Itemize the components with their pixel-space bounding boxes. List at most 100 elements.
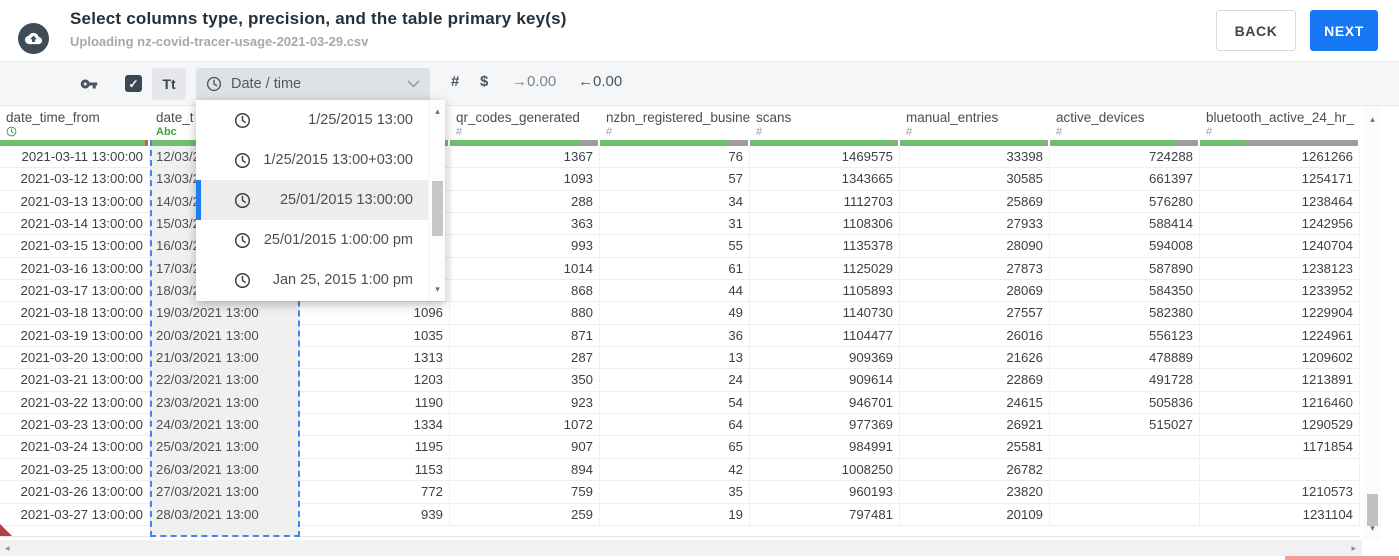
table-cell[interactable]: 576280 xyxy=(1050,190,1200,214)
table-cell[interactable]: 36 xyxy=(600,324,750,348)
table-cell[interactable]: 1238464 xyxy=(1200,190,1360,214)
table-cell[interactable]: 19/03/2021 13:00 xyxy=(150,302,300,325)
table-cell[interactable]: 57 xyxy=(600,168,750,191)
scroll-down-icon[interactable]: ▾ xyxy=(429,284,446,295)
table-cell[interactable]: 2021-03-23 13:00:00 xyxy=(0,414,150,437)
table-cell[interactable]: 797481 xyxy=(750,503,900,526)
table-cell[interactable]: 26921 xyxy=(900,414,1050,437)
table-cell[interactable]: 977369 xyxy=(750,414,900,437)
table-cell[interactable]: 960193 xyxy=(750,481,900,504)
table-cell[interactable]: 868 xyxy=(450,280,600,303)
number-type-button[interactable]: # xyxy=(451,73,459,90)
table-cell[interactable]: 1343665 xyxy=(750,168,900,191)
table-cell[interactable]: 1135378 xyxy=(750,235,900,258)
table-cell[interactable]: 65 xyxy=(600,436,750,459)
table-cell[interactable]: 44 xyxy=(600,280,750,303)
column-checkbox[interactable]: ✓ xyxy=(125,75,142,92)
primary-key-icon[interactable] xyxy=(80,75,98,93)
table-cell[interactable]: 34 xyxy=(600,190,750,214)
table-cell[interactable]: 28/03/2021 13:00 xyxy=(150,503,300,526)
table-cell[interactable]: 2021-03-13 13:00:00 xyxy=(0,190,150,214)
table-cell[interactable]: 505836 xyxy=(1050,391,1200,415)
table-cell[interactable]: 1334 xyxy=(300,414,450,437)
column-header-qr_codes_generated[interactable]: qr_codes_generated # xyxy=(450,106,600,140)
table-cell[interactable] xyxy=(1050,436,1200,459)
table-cell[interactable]: 20109 xyxy=(900,503,1050,526)
back-button[interactable]: BACK xyxy=(1216,10,1296,51)
column-header-nzbn_registered_busine[interactable]: nzbn_registered_busine # xyxy=(600,106,750,140)
table-cell[interactable]: 27933 xyxy=(900,213,1050,236)
table-cell[interactable]: 42 xyxy=(600,458,750,482)
table-cell[interactable]: 35 xyxy=(600,481,750,504)
table-cell[interactable]: 582380 xyxy=(1050,302,1200,325)
table-cell[interactable]: 907 xyxy=(450,436,600,459)
table-cell[interactable]: 1072 xyxy=(450,414,600,437)
column-header-active_devices[interactable]: active_devices # xyxy=(1050,106,1200,140)
table-cell[interactable]: 556123 xyxy=(1050,324,1200,348)
next-button[interactable]: NEXT xyxy=(1310,10,1378,51)
date-format-option[interactable]: Jan 25, 2015 1:00 pm xyxy=(196,260,428,300)
date-format-option[interactable]: 25/01/2015 13:00:00 xyxy=(196,180,428,220)
table-cell[interactable]: 49 xyxy=(600,302,750,325)
table-cell[interactable]: 871 xyxy=(450,324,600,348)
table-cell[interactable]: 939 xyxy=(300,503,450,526)
table-cell[interactable]: 30585 xyxy=(900,168,1050,191)
table-cell[interactable]: 1108306 xyxy=(750,213,900,236)
table-cell[interactable]: 22/03/2021 13:00 xyxy=(150,369,300,392)
scroll-down-icon[interactable]: ▾ xyxy=(1364,523,1381,534)
table-cell[interactable]: 2021-03-19 13:00:00 xyxy=(0,324,150,348)
table-cell[interactable]: 363 xyxy=(450,213,600,236)
table-cell[interactable]: 984991 xyxy=(750,436,900,459)
type-dropdown[interactable]: Date / time xyxy=(196,68,430,100)
table-cell[interactable]: 26/03/2021 13:00 xyxy=(150,458,300,482)
table-cell[interactable]: 288 xyxy=(450,190,600,214)
table-cell[interactable]: 26016 xyxy=(900,324,1050,348)
vertical-scrollbar-thumb[interactable] xyxy=(1367,494,1378,526)
table-cell[interactable]: 1104477 xyxy=(750,324,900,348)
table-cell[interactable]: 923 xyxy=(450,391,600,415)
table-cell[interactable]: 55 xyxy=(600,235,750,258)
table-cell[interactable]: 1008250 xyxy=(750,458,900,482)
table-cell[interactable]: 909369 xyxy=(750,347,900,370)
table-cell[interactable]: 2021-03-18 13:00:00 xyxy=(0,302,150,325)
table-cell[interactable]: 1231104 xyxy=(1200,503,1360,526)
table-cell[interactable]: 25581 xyxy=(900,436,1050,459)
table-cell[interactable]: 27873 xyxy=(900,257,1050,281)
table-cell[interactable]: 1190 xyxy=(300,391,450,415)
table-cell[interactable]: 27/03/2021 13:00 xyxy=(150,481,300,504)
date-format-option[interactable]: 25/01/2015 1:00:00 pm xyxy=(196,220,428,260)
table-cell[interactable]: 478889 xyxy=(1050,347,1200,370)
column-header-bluetooth_active_24_hr_[interactable]: bluetooth_active_24_hr_ # xyxy=(1200,106,1360,140)
table-cell[interactable]: 33398 xyxy=(900,146,1050,169)
table-cell[interactable]: 1209602 xyxy=(1200,347,1360,370)
table-cell[interactable]: 587890 xyxy=(1050,257,1200,281)
table-cell[interactable]: 588414 xyxy=(1050,213,1200,236)
table-cell[interactable]: 1367 xyxy=(450,146,600,169)
increase-decimals-button[interactable]: →0.00 xyxy=(512,73,556,90)
table-cell[interactable]: 23/03/2021 13:00 xyxy=(150,391,300,415)
table-cell[interactable]: 1261266 xyxy=(1200,146,1360,169)
table-cell[interactable]: 759 xyxy=(450,481,600,504)
scroll-right-icon[interactable]: ▸ xyxy=(1351,543,1356,554)
table-cell[interactable]: 491728 xyxy=(1050,369,1200,392)
table-cell[interactable]: 23820 xyxy=(900,481,1050,504)
column-header-date_time_from[interactable]: date_time_from xyxy=(0,106,150,140)
table-cell[interactable]: 584350 xyxy=(1050,280,1200,303)
table-cell[interactable]: 1203 xyxy=(300,369,450,392)
table-cell[interactable]: 909614 xyxy=(750,369,900,392)
table-cell[interactable]: 1240704 xyxy=(1200,235,1360,258)
table-cell[interactable]: 27557 xyxy=(900,302,1050,325)
table-cell[interactable]: 1210573 xyxy=(1200,481,1360,504)
table-cell[interactable]: 2021-03-22 13:00:00 xyxy=(0,391,150,415)
horizontal-scrollbar[interactable]: ◂ ▸ xyxy=(0,540,1362,556)
table-cell[interactable]: 661397 xyxy=(1050,168,1200,191)
table-cell[interactable]: 1242956 xyxy=(1200,213,1360,236)
table-cell[interactable]: 24/03/2021 13:00 xyxy=(150,414,300,437)
currency-type-button[interactable]: $ xyxy=(480,73,488,90)
table-cell[interactable]: 1216460 xyxy=(1200,391,1360,415)
scroll-up-icon[interactable]: ▴ xyxy=(429,106,446,117)
table-cell[interactable]: 76 xyxy=(600,146,750,169)
table-cell[interactable]: 1238123 xyxy=(1200,257,1360,281)
date-format-option[interactable]: 1/25/2015 13:00 xyxy=(196,100,428,140)
table-cell[interactable]: 26782 xyxy=(900,458,1050,482)
